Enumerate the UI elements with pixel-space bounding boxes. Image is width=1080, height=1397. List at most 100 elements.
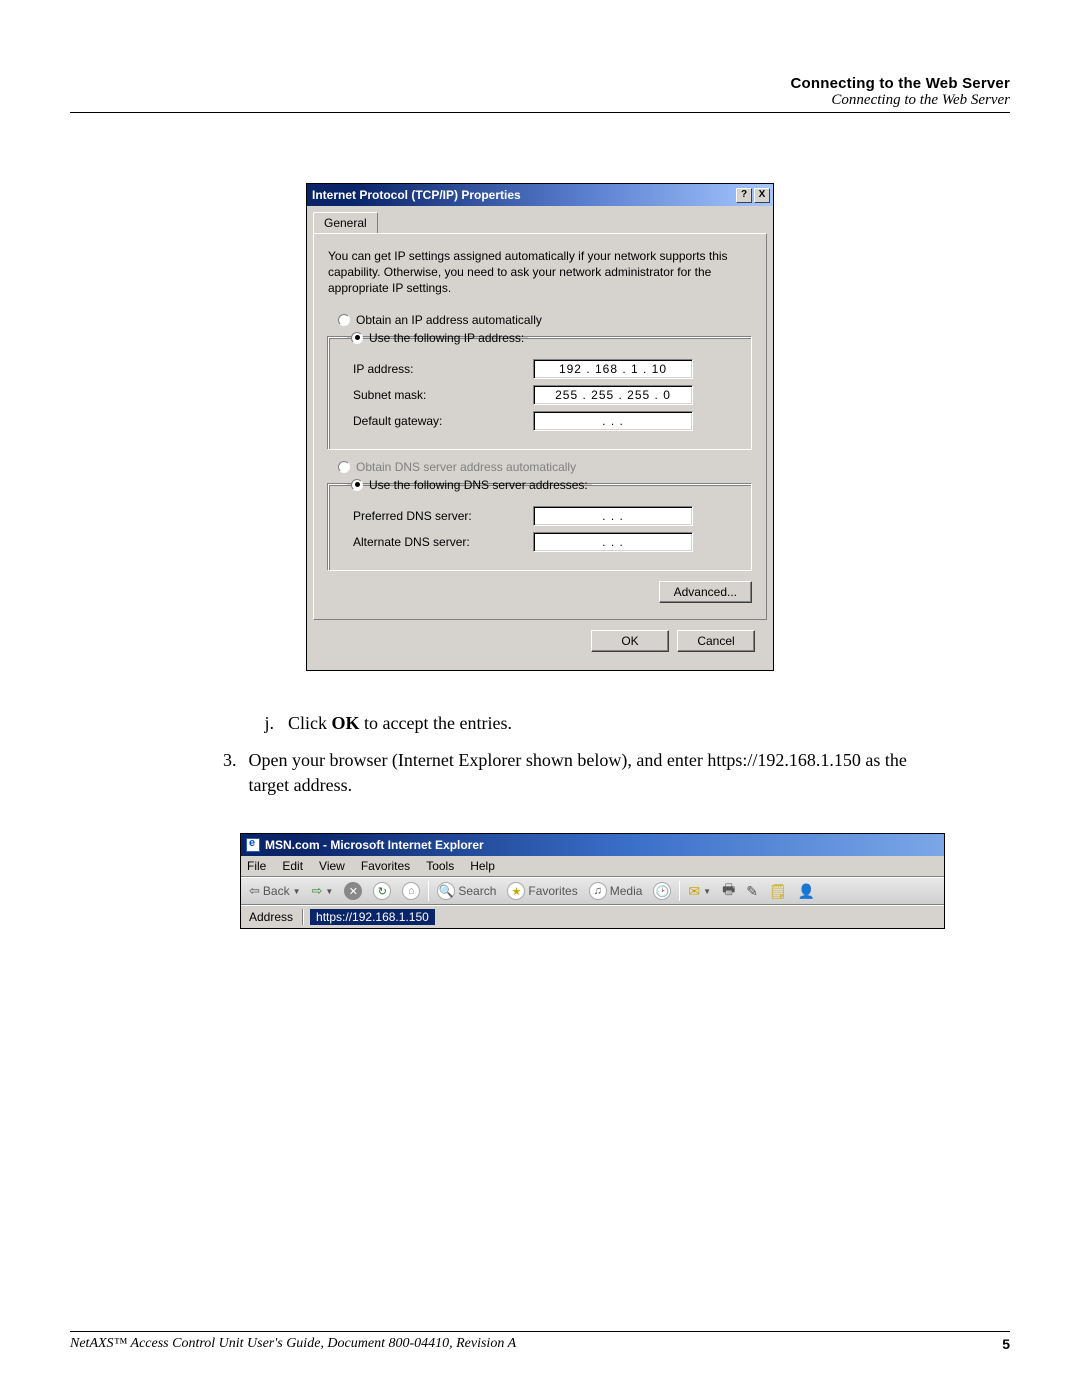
document-body: j. Click OK to accept the entries. 3. Op… — [220, 711, 950, 799]
step-j-text-pre: Click — [288, 713, 332, 733]
menu-favorites[interactable]: Favorites — [361, 859, 410, 873]
help-button[interactable]: ? — [736, 188, 752, 203]
dropdown-icon: ▼ — [325, 887, 333, 896]
ip-address-label: IP address: — [353, 362, 523, 376]
home-button[interactable]: ⌂ — [399, 880, 423, 902]
back-arrow-icon: ⇦ — [249, 883, 260, 899]
search-label: Search — [458, 884, 496, 898]
close-icon: X — [759, 190, 766, 200]
back-button[interactable]: ⇦ Back ▼ — [246, 881, 304, 901]
step-3-text: Open your browser (Internet Explorer sho… — [248, 748, 950, 798]
advanced-button[interactable]: Advanced... — [659, 581, 752, 603]
edit-button[interactable]: ✎ — [743, 881, 761, 902]
history-button[interactable]: 🕑 — [650, 880, 674, 902]
toolbar-separator — [428, 881, 429, 901]
radio-label: Use the following DNS server addresses: — [369, 478, 588, 492]
ie-window: MSN.com - Microsoft Internet Explorer Fi… — [240, 833, 945, 929]
dialog-titlebar: Internet Protocol (TCP/IP) Properties ? … — [307, 184, 773, 206]
favorites-button[interactable]: ★ Favorites — [504, 880, 580, 902]
step-3-marker: 3. — [220, 748, 236, 798]
messenger-button[interactable]: 👤 — [795, 881, 818, 902]
step-j-text-post: to accept the entries. — [360, 713, 512, 733]
page-header: Connecting to the Web Server Connecting … — [70, 75, 1010, 113]
question-mark-icon: ? — [741, 190, 747, 200]
radio-label: Obtain DNS server address automatically — [356, 460, 576, 474]
header-section-title: Connecting to the Web Server — [70, 75, 1010, 92]
cancel-button[interactable]: Cancel — [677, 630, 755, 652]
default-gateway-input[interactable]: . . . — [533, 411, 693, 431]
subnet-mask-input[interactable]: 255 . 255 . 255 . 0 — [533, 385, 693, 405]
ie-logo-icon — [246, 838, 260, 852]
mail-button[interactable]: ✉ ▼ — [685, 881, 714, 902]
step-j-text-bold: OK — [332, 713, 360, 733]
default-gateway-label: Default gateway: — [353, 414, 523, 428]
favorites-icon: ★ — [507, 882, 525, 900]
media-icon: ♫ — [589, 882, 607, 900]
radio-icon — [351, 332, 363, 344]
dialog-description: You can get IP settings assigned automat… — [328, 248, 752, 297]
dialog-title: Internet Protocol (TCP/IP) Properties — [312, 188, 521, 202]
search-button[interactable]: 🔍 Search — [434, 880, 499, 902]
step-3: 3. Open your browser (Internet Explorer … — [220, 748, 950, 798]
dropdown-icon: ▼ — [703, 887, 711, 896]
history-icon: 🕑 — [653, 882, 671, 900]
radio-use-ip[interactable]: Use the following IP address: — [351, 331, 524, 345]
search-icon: 🔍 — [437, 882, 455, 900]
step-j: j. Click OK to accept the entries. — [260, 711, 950, 736]
tab-general[interactable]: General — [313, 212, 378, 233]
media-label: Media — [610, 884, 643, 898]
footer-doc-title: NetAXS™ Access Control Unit User's Guide… — [70, 1336, 516, 1352]
use-dns-group: Use the following DNS server addresses: … — [328, 478, 752, 571]
ie-title-text: MSN.com - Microsoft Internet Explorer — [265, 838, 484, 852]
refresh-button[interactable]: ↻ — [370, 880, 394, 902]
header-section-subtitle: Connecting to the Web Server — [70, 92, 1010, 109]
discuss-icon: 🗒 — [769, 883, 787, 900]
alternate-dns-label: Alternate DNS server: — [353, 535, 523, 549]
toolbar-separator — [679, 881, 680, 901]
media-button[interactable]: ♫ Media — [586, 880, 646, 902]
messenger-icon: 👤 — [798, 883, 815, 900]
subnet-mask-label: Subnet mask: — [353, 388, 523, 402]
forward-button[interactable]: ⇨ ▼ — [309, 881, 337, 901]
menu-edit[interactable]: Edit — [282, 859, 303, 873]
mail-icon: ✉ — [688, 883, 700, 900]
radio-label: Obtain an IP address automatically — [356, 313, 542, 327]
ie-menu-bar: File Edit View Favorites Tools Help — [241, 856, 944, 877]
stop-button[interactable]: ✕ — [341, 880, 365, 902]
print-button[interactable]: 🖶 — [719, 877, 738, 905]
ip-address-input[interactable]: 192 . 168 . 1 . 10 — [533, 359, 693, 379]
stop-icon: ✕ — [344, 882, 362, 900]
footer-page-number: 5 — [1002, 1336, 1010, 1352]
radio-obtain-ip-auto[interactable]: Obtain an IP address automatically — [338, 313, 752, 327]
dropdown-icon: ▼ — [293, 887, 301, 896]
ok-button[interactable]: OK — [591, 630, 669, 652]
menu-tools[interactable]: Tools — [426, 859, 454, 873]
ie-toolbar: ⇦ Back ▼ ⇨ ▼ ✕ ↻ ⌂ 🔍 Search — [241, 877, 944, 905]
back-label: Back — [263, 884, 290, 898]
home-icon: ⌂ — [402, 882, 420, 900]
page-footer: NetAXS™ Access Control Unit User's Guide… — [70, 1331, 1010, 1352]
refresh-icon: ↻ — [373, 882, 391, 900]
radio-label: Use the following IP address: — [369, 331, 524, 345]
close-button[interactable]: X — [754, 188, 770, 203]
forward-arrow-icon: ⇨ — [312, 883, 323, 899]
radio-use-dns[interactable]: Use the following DNS server addresses: — [351, 478, 588, 492]
radio-icon — [338, 461, 350, 473]
radio-icon — [338, 314, 350, 326]
step-j-marker: j. — [260, 711, 274, 736]
alternate-dns-input[interactable]: . . . — [533, 532, 693, 552]
menu-view[interactable]: View — [319, 859, 345, 873]
ie-address-bar: Address https://192.168.1.150 — [241, 905, 944, 928]
edit-icon: ✎ — [746, 883, 758, 900]
ie-titlebar: MSN.com - Microsoft Internet Explorer — [241, 834, 944, 856]
preferred-dns-label: Preferred DNS server: — [353, 509, 523, 523]
address-input[interactable]: https://192.168.1.150 — [310, 909, 435, 925]
menu-file[interactable]: File — [247, 859, 266, 873]
address-label: Address — [246, 910, 296, 924]
discuss-button[interactable]: 🗒 — [766, 881, 790, 902]
menu-help[interactable]: Help — [470, 859, 495, 873]
print-icon: 🖶 — [722, 879, 735, 903]
radio-icon — [351, 479, 363, 491]
preferred-dns-input[interactable]: . . . — [533, 506, 693, 526]
favorites-label: Favorites — [528, 884, 577, 898]
